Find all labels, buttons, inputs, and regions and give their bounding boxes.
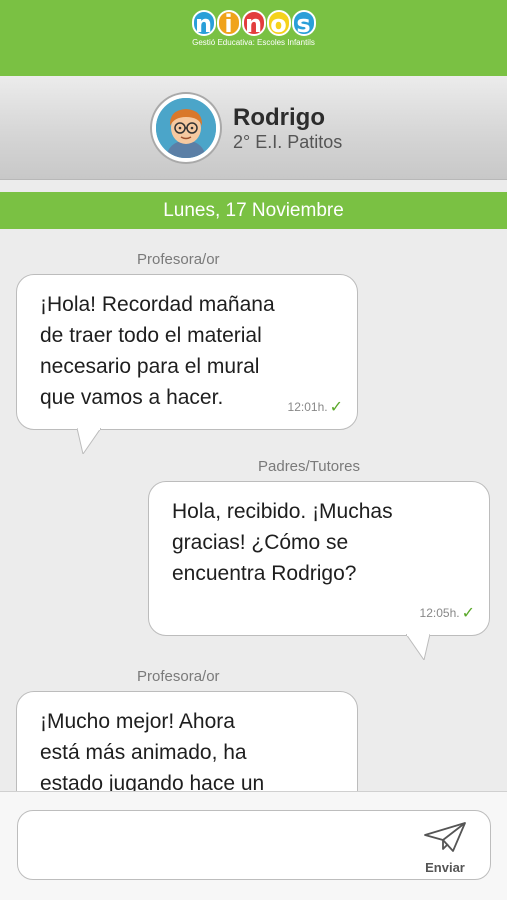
message-sender: Profesora/or	[137, 668, 220, 685]
message-meta: 12:01h. ✓	[288, 392, 343, 423]
student-name: Rodrigo	[233, 104, 325, 131]
message-text: ¡Mucho mejor! Ahora está más animado, ha…	[40, 710, 265, 791]
message-time: 12:05h.	[419, 606, 460, 620]
message-sender: Padres/Tutores	[258, 458, 360, 475]
logo-tagline: Gestió Educativa: Escoles Infantils	[192, 38, 315, 47]
message-bubble-outgoing: Hola, recibido. ¡Muchas gracias! ¿Cómo s…	[148, 481, 490, 660]
check-icon: ✓	[329, 399, 343, 416]
logo-letter: i	[216, 10, 241, 36]
bubble-tail	[77, 428, 101, 454]
send-button[interactable]: Enviar	[420, 821, 470, 875]
logo-letter: n	[241, 10, 266, 36]
message-bubble-incoming: ¡Mucho mejor! Ahora está más animado, ha…	[16, 691, 358, 791]
message-input[interactable]: Enviar	[17, 810, 491, 880]
message-sender: Profesora/or	[137, 251, 220, 268]
paper-plane-icon	[424, 822, 466, 852]
logo-wordmark: n i n o s	[191, 10, 316, 36]
date-header: Lunes, 17 Noviembre	[0, 192, 507, 229]
child-avatar-icon	[156, 98, 216, 158]
message-meta: 12:05h. ✓	[420, 598, 475, 629]
chat-thread[interactable]: Profesora/or ¡Hola! Recordad mañana de t…	[0, 229, 507, 791]
app-logo: n i n o s Gestió Educativa: Escoles Infa…	[0, 10, 507, 47]
profile-header: Rodrigo 2° E.I. Patitos	[0, 76, 507, 180]
message-bubble-incoming: ¡Hola! Recordad mañana de traer todo el …	[16, 274, 358, 454]
bubble-tail	[406, 634, 430, 660]
send-label: Enviar	[425, 860, 465, 875]
message-time: 12:01h.	[287, 400, 328, 414]
top-bar: n i n o s Gestió Educativa: Escoles Infa…	[0, 0, 507, 76]
check-icon: ✓	[461, 605, 475, 622]
logo-letter: n	[191, 10, 216, 36]
logo-letter: o	[266, 10, 291, 36]
message-text: Hola, recibido. ¡Muchas gracias! ¿Cómo s…	[172, 500, 393, 585]
student-class: 2° E.I. Patitos	[233, 132, 343, 152]
avatar[interactable]	[152, 94, 220, 162]
message-composer: Enviar	[0, 791, 507, 900]
logo-letter: s	[291, 10, 316, 36]
